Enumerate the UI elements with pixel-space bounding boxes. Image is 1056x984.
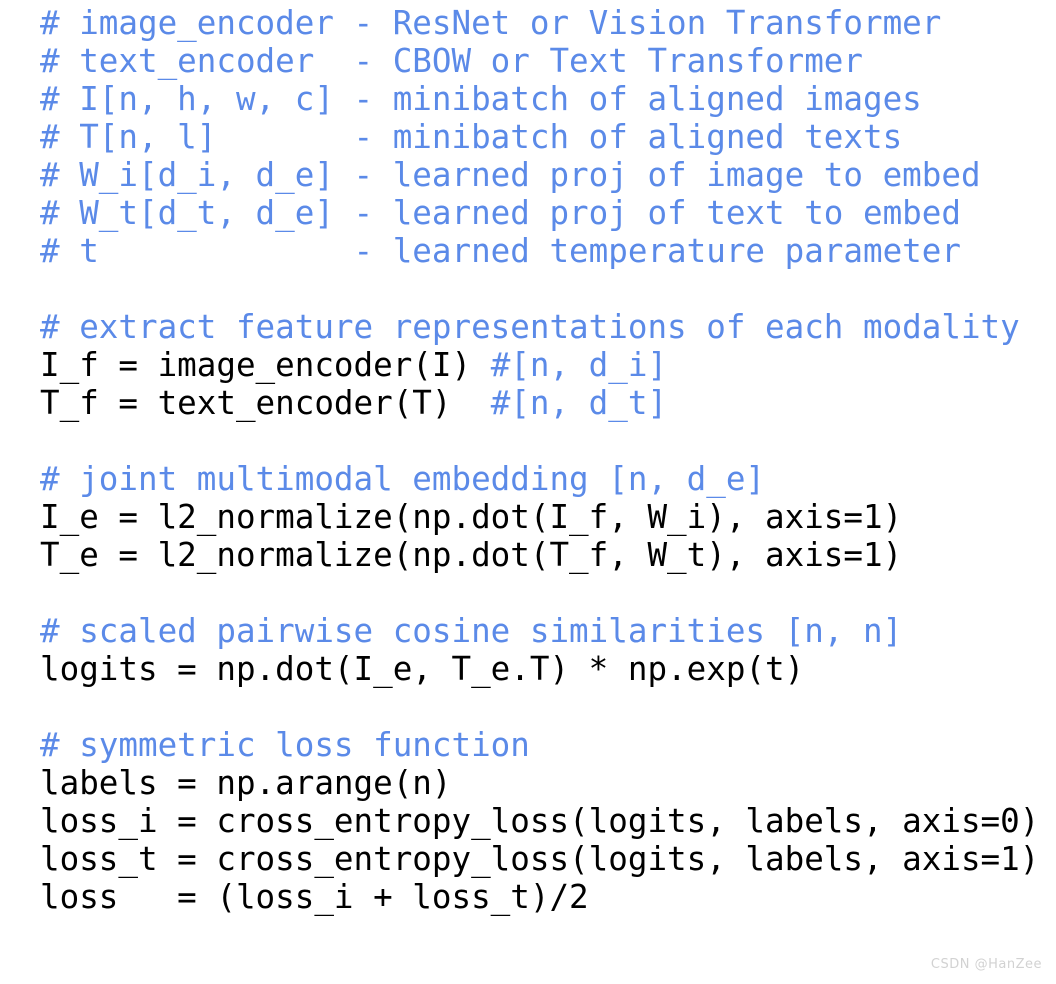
code-line: # W_i[d_i, d_e] - learned proj of image … [40,156,981,194]
code-line: T_e = l2_normalize(np.dot(T_f, W_t), axi… [40,536,903,574]
code-line: # scaled pairwise cosine similarities [n… [40,612,903,650]
code-line: # joint multimodal embedding [n, d_e] [40,460,766,498]
code-line: logits = np.dot(I_e, T_e.T) * np.exp(t) [40,650,805,688]
code-line: loss_i = cross_entropy_loss(logits, labe… [40,802,1040,840]
code-token: T_f = text_encoder(T) [40,384,491,422]
code-line: # symmetric loss function [40,726,530,764]
code-line: # text_encoder - CBOW or Text Transforme… [40,42,863,80]
code-line: # image_encoder - ResNet or Vision Trans… [40,4,942,42]
code-line: I_f = image_encoder(I) #[n, d_i] [40,346,1056,384]
code-line: # extract feature representations of eac… [40,308,1020,346]
code-line: T_f = text_encoder(T) #[n, d_t] [40,384,1056,422]
comment-token: #[n, d_i] [490,346,668,384]
code-line: loss = (loss_i + loss_t)/2 [40,878,589,916]
code-token: I_f = image_encoder(I) [40,346,491,384]
code-line: I_e = l2_normalize(np.dot(I_f, W_i), axi… [40,498,903,536]
code-line: # t - learned temperature parameter [40,232,961,270]
code-line: labels = np.arange(n) [40,764,452,802]
code-line: # T[n, l] - minibatch of aligned texts [40,118,903,156]
watermark-label: CSDN @HanZee [930,957,1042,972]
comment-token: #[n, d_t] [490,384,668,422]
code-line: loss_t = cross_entropy_loss(logits, labe… [40,840,1040,878]
code-line: # I[n, h, w, c] - minibatch of aligned i… [40,80,922,118]
code-line: # W_t[d_t, d_e] - learned proj of text t… [40,194,961,232]
code-listing: # image_encoder - ResNet or Vision Trans… [0,0,1056,916]
